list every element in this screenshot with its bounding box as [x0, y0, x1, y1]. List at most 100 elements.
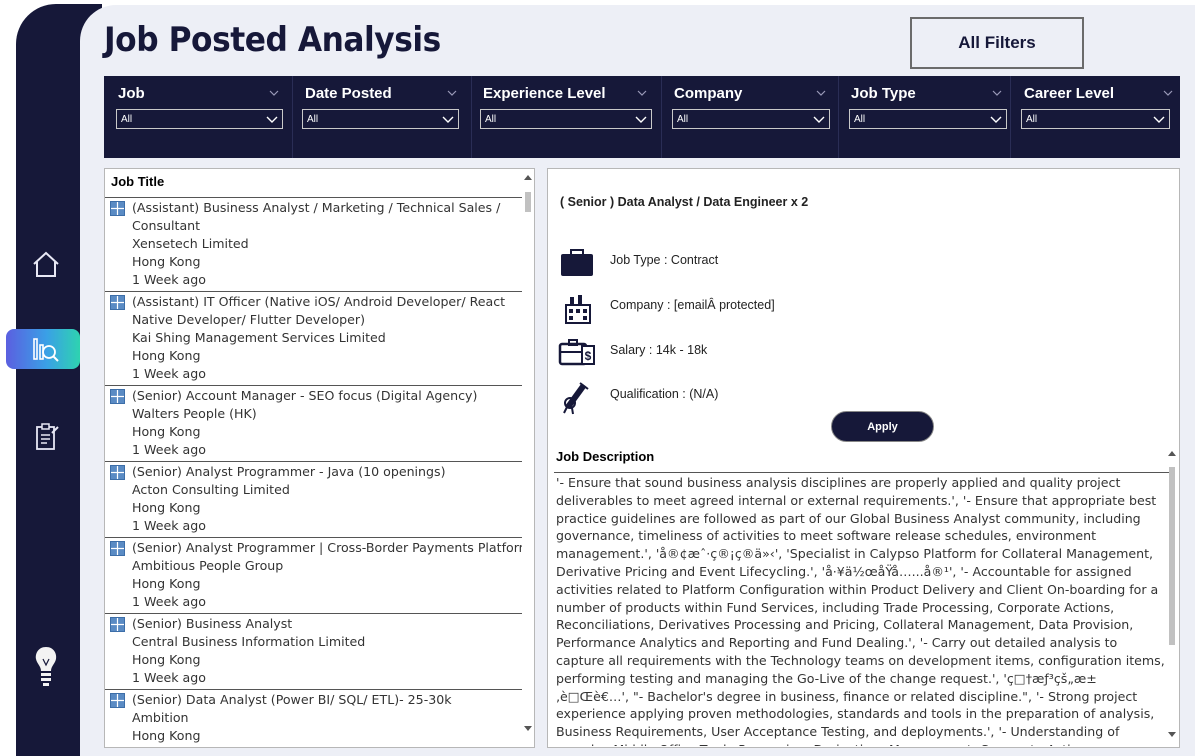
- chevron-down-icon[interactable]: [816, 88, 826, 98]
- table-grid-icon: [110, 295, 125, 310]
- job-detail-title: ( Senior ) Data Analyst / Data Engineer …: [560, 195, 809, 209]
- filter-date-posted[interactable]: Date Posted All: [291, 76, 471, 158]
- job-title-text: (Assistant) Business Analyst / Marketing…: [132, 200, 501, 215]
- job-title-text: (Senior) Account Manager - SEO focus (Di…: [132, 388, 478, 403]
- job-detail-line: Xensetech Limited: [132, 236, 249, 251]
- job-detail-line: Hong Kong: [132, 728, 201, 743]
- clipboard-icon[interactable]: [30, 421, 62, 453]
- search-chart-icon[interactable]: [30, 333, 62, 365]
- job-description-scrollbar[interactable]: [1167, 449, 1177, 747]
- table-grid-icon: [110, 617, 125, 632]
- table-grid-icon: [110, 693, 125, 708]
- list-scrollbar[interactable]: [522, 169, 534, 747]
- job-detail-line: 1 Week ago: [132, 272, 206, 287]
- apply-button[interactable]: Apply: [831, 411, 934, 442]
- all-filters-button[interactable]: All Filters: [910, 17, 1084, 69]
- job-title-text: (Senior) Analyst Programmer - Java (10 o…: [132, 464, 446, 479]
- job-detail-line: Native Developer/ Flutter Developer): [132, 312, 366, 327]
- chevron-down-icon[interactable]: [447, 88, 457, 98]
- filter-job-type[interactable]: Job Type All: [837, 76, 1009, 158]
- job-detail-line: Acton Consulting Limited: [132, 482, 290, 497]
- scroll-up-arrow-icon[interactable]: [1168, 451, 1176, 456]
- job-detail-line: 1 Week ago: [132, 670, 206, 685]
- chevron-down-icon: [635, 116, 647, 123]
- list-item[interactable]: (Assistant) Business Analyst / Marketing…: [105, 197, 523, 291]
- filter-value: All: [485, 114, 497, 125]
- list-item[interactable]: (Senior) Account Manager - SEO focus (Di…: [105, 385, 523, 461]
- scroll-thumb[interactable]: [1169, 467, 1175, 645]
- list-scroll-area[interactable]: (Assistant) Business Analyst / Marketing…: [105, 197, 523, 747]
- filter-company[interactable]: Company All: [660, 76, 837, 158]
- filter-select[interactable]: All: [672, 109, 830, 129]
- filter-label: Job Type: [851, 85, 916, 102]
- list-item[interactable]: (Assistant) IT Officer (Native iOS/ Andr…: [105, 291, 523, 385]
- salary-briefcase-icon: $: [558, 339, 595, 366]
- scroll-up-arrow-icon[interactable]: [524, 175, 532, 180]
- job-detail-line: 1 Week ago: [132, 594, 206, 609]
- filter-select[interactable]: All: [302, 109, 459, 129]
- table-grid-icon: [110, 201, 125, 216]
- filter-value: All: [1026, 114, 1038, 125]
- chevron-down-icon: [813, 116, 825, 123]
- building-icon: [565, 295, 591, 324]
- list-item[interactable]: (Senior) Data Analyst (Power BI/ SQL/ ET…: [105, 689, 523, 747]
- list-item[interactable]: (Senior) Business Analyst Central Busines…: [105, 613, 523, 689]
- job-detail-line: 1 Week ago: [132, 366, 206, 381]
- job-title-text: (Senior) Data Analyst (Power BI/ SQL/ ET…: [132, 692, 452, 707]
- filter-value: All: [121, 114, 133, 125]
- job-detail-line: Ambition: [132, 710, 189, 725]
- scroll-thumb[interactable]: [525, 192, 531, 212]
- company-text: Company : [emailÂ protected]: [610, 298, 775, 312]
- chevron-down-icon[interactable]: [992, 88, 1002, 98]
- filter-label: Job: [118, 85, 145, 102]
- qualification-text: Qualification : (N/A): [610, 387, 719, 401]
- filter-label: Company: [674, 85, 743, 102]
- filter-bar: Job All Date Posted All Experience Level…: [104, 76, 1180, 158]
- salary-text: Salary : 14k - 18k: [610, 343, 708, 357]
- scroll-down-arrow-icon[interactable]: [1168, 732, 1176, 737]
- chevron-down-icon[interactable]: [1163, 88, 1173, 98]
- scroll-down-arrow-icon[interactable]: [524, 726, 532, 731]
- job-detail-line: Hong Kong: [132, 652, 201, 667]
- job-detail-line: Walters People (HK): [132, 406, 257, 421]
- divider: [554, 472, 1171, 473]
- chevron-down-icon: [266, 116, 278, 123]
- table-grid-icon: [110, 465, 125, 480]
- job-detail-line: Consultant: [132, 218, 201, 233]
- job-description-header: Job Description: [556, 449, 655, 464]
- job-detail-line: Hong Kong: [132, 348, 201, 363]
- chevron-down-icon: [442, 116, 454, 123]
- chevron-down-icon: [990, 116, 1002, 123]
- filter-label: Date Posted: [305, 85, 392, 102]
- job-detail-line: Central Business Information Limited: [132, 634, 366, 649]
- filter-job[interactable]: Job All: [104, 76, 291, 158]
- filter-label: Experience Level: [483, 85, 606, 102]
- job-detail-line: Ambitious People Group: [132, 558, 284, 573]
- job-title-text: (Assistant) IT Officer (Native iOS/ Andr…: [132, 294, 506, 309]
- svg-text:$: $: [585, 349, 592, 363]
- job-type-text: Job Type : Contract: [610, 253, 719, 267]
- filter-select[interactable]: All: [116, 109, 283, 129]
- filter-experience-level[interactable]: Experience Level All: [469, 76, 660, 158]
- table-grid-icon: [110, 541, 125, 556]
- filter-select[interactable]: All: [480, 109, 652, 129]
- job-detail-line: 1 Week ago: [105, 745, 523, 747]
- job-detail-line: Hong Kong: [132, 254, 201, 269]
- lightbulb-icon[interactable]: [30, 645, 62, 689]
- list-item[interactable]: (Senior) Analyst Programmer - Java (10 o…: [105, 461, 523, 537]
- filter-value: All: [677, 114, 689, 125]
- job-title-list: Job Title (Assistant) Business Analyst /…: [104, 168, 535, 748]
- job-title-text: (Senior) Analyst Programmer | Cross-Bord…: [132, 540, 523, 555]
- job-detail-line: 1 Week ago: [132, 442, 206, 457]
- filter-select[interactable]: All: [1021, 109, 1170, 129]
- chevron-down-icon: [1153, 116, 1165, 123]
- filter-label: Career Level: [1024, 85, 1115, 102]
- home-icon[interactable]: [30, 248, 62, 280]
- filter-career-level[interactable]: Career Level All: [1010, 76, 1180, 158]
- filter-select[interactable]: All: [849, 109, 1007, 129]
- list-item[interactable]: (Senior) Analyst Programmer | Cross-Bord…: [105, 537, 523, 613]
- briefcase-icon: [561, 249, 593, 276]
- chevron-down-icon[interactable]: [637, 88, 647, 98]
- job-detail-panel: ( Senior ) Data Analyst / Data Engineer …: [547, 168, 1180, 748]
- chevron-down-icon[interactable]: [269, 88, 279, 98]
